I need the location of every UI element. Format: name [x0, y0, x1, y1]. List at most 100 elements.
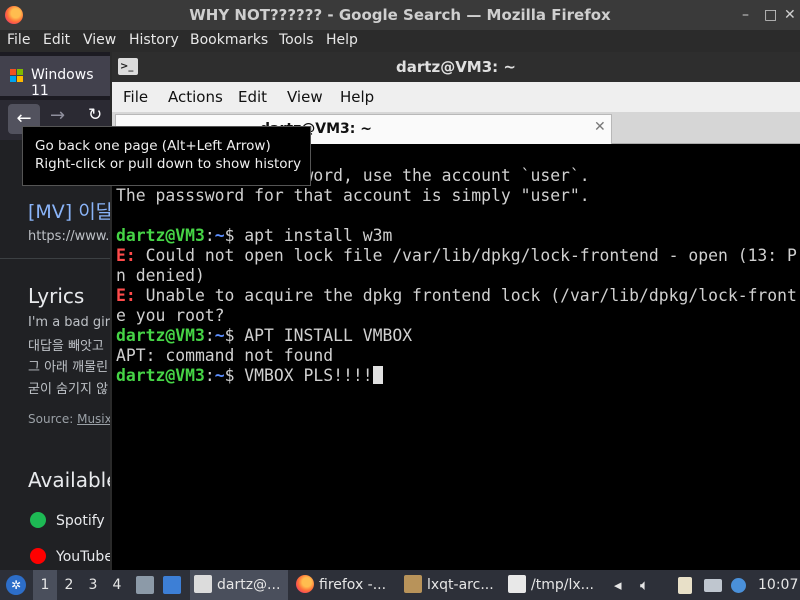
spotify-icon [30, 512, 46, 528]
terminal-line: E: Unable to acquire the dpkg frontend l… [116, 286, 797, 306]
error-tag: E: [116, 286, 136, 305]
terminal-menu-file[interactable]: File [123, 88, 148, 106]
terminal-line: e you root? [116, 306, 225, 325]
prompt-sigil: $ [224, 226, 235, 245]
tooltip-line: Right-click or pull down to show history [35, 156, 302, 172]
service-youtube[interactable]: YouTube [30, 548, 112, 565]
terminal-line: dartz@VM3:~$ VMBOX PLS!!!! [116, 366, 383, 386]
terminal-icon [194, 575, 212, 593]
clock[interactable]: 10:07 [758, 577, 798, 593]
file-manager-icon[interactable] [136, 576, 154, 594]
divider [0, 258, 112, 259]
notification-icon[interactable] [731, 578, 746, 593]
service-spotify[interactable]: Spotify [30, 512, 105, 529]
tab-label: Windows 11 [31, 67, 94, 99]
prompt-sep: : [204, 226, 215, 245]
menu-edit[interactable]: Edit [43, 32, 70, 48]
firefox-icon [296, 575, 314, 593]
prompt-user: dartz@VM3 [116, 326, 205, 345]
lyrics-line: 대답을 빼앗고 [28, 339, 104, 354]
service-label: YouTube [56, 549, 112, 565]
prompt-user: dartz@VM3 [116, 226, 205, 245]
volume-icon[interactable]: 🔈︎ [640, 576, 649, 594]
firefox-menubar: File Edit View History Bookmarks Tools H… [0, 30, 800, 52]
minimize-button[interactable]: – [742, 7, 749, 23]
terminal-output[interactable]: nsists on a password, use the account `u… [112, 144, 800, 570]
taskbar-item-label: lxqt-arc... [427, 577, 494, 593]
prompt-path: ~ [214, 326, 225, 345]
youtube-icon [30, 548, 46, 564]
prompt-sigil: $ [224, 326, 235, 345]
error-text: Unable to acquire the dpkg frontend lock… [135, 286, 797, 305]
terminal-menubar: File Actions Edit View Help [112, 82, 800, 112]
terminal-line: The passsword for that account is simply… [116, 186, 590, 205]
tooltip-line: Go back one page (Alt+Left Arrow) [35, 138, 271, 154]
editor-icon [508, 575, 526, 593]
terminal-line: E: Could not open lock file /var/lib/dpk… [116, 246, 797, 266]
desktop-4[interactable]: 4 [105, 570, 129, 600]
menu-bookmarks[interactable]: Bookmarks [190, 32, 268, 48]
firefox-window-title: WHY NOT?????? - Google Search — Mozilla … [189, 6, 611, 24]
menu-help[interactable]: Help [326, 32, 358, 48]
back-button-tooltip: Go back one page (Alt+Left Arrow) Right-… [22, 126, 311, 186]
taskbar: ✲ 1 2 3 4 dartz@... firefox -... lxqt-ar… [0, 570, 800, 600]
result-title-link[interactable]: [MV] 이달 [28, 197, 112, 224]
menu-history[interactable]: History [129, 32, 179, 48]
menu-file[interactable]: File [7, 32, 30, 48]
available-heading: Available [28, 468, 112, 492]
menu-view[interactable]: View [83, 32, 116, 48]
terminal-menu-view[interactable]: View [287, 88, 323, 106]
desktop-1[interactable]: 1 [33, 570, 57, 600]
show-desktop-icon[interactable] [163, 576, 181, 594]
service-label: Spotify [56, 513, 105, 529]
menu-tools[interactable]: Tools [279, 32, 314, 48]
result-url: https://www.y [28, 229, 112, 244]
taskbar-item-editor[interactable]: /tmp/lx... [508, 570, 608, 600]
clipboard-icon[interactable] [678, 577, 692, 594]
maximize-button[interactable]: □ [764, 7, 777, 23]
terminal-line: dartz@VM3:~$ apt install w3m [116, 226, 392, 246]
source-link[interactable]: Musixn [77, 412, 112, 426]
lyrics-line: 그 아래 깨물린 [28, 360, 109, 375]
desktop-2[interactable]: 2 [57, 570, 81, 600]
search-results: [MV] 이달 https://www.y Lyrics I'm a bad g… [0, 140, 112, 570]
lyrics-heading: Lyrics [28, 284, 85, 308]
prompt-path: ~ [214, 366, 225, 385]
terminal-menu-edit[interactable]: Edit [238, 88, 267, 106]
tab-close-icon[interactable]: ✕ [594, 119, 606, 135]
start-menu-icon[interactable]: ✲ [6, 575, 26, 595]
tray-chevron-icon[interactable]: ◂ [614, 576, 622, 594]
terminal-line: n denied) [116, 266, 205, 285]
command-text: apt install w3m [234, 226, 393, 245]
prompt-path: ~ [214, 226, 225, 245]
forward-button[interactable]: → [50, 105, 65, 126]
prompt-user: dartz@VM3 [116, 366, 205, 385]
firefox-tab[interactable]: Windows 11 [0, 56, 112, 99]
prompt-sep: : [204, 326, 215, 345]
taskbar-item-archiver[interactable]: lxqt-arc... [404, 570, 502, 600]
prompt-sep: : [204, 366, 215, 385]
taskbar-item-terminal[interactable]: dartz@... [190, 570, 288, 600]
windows-logo-icon [10, 69, 24, 83]
terminal-titlebar: >_ dartz@VM3: ~ [112, 52, 800, 82]
command-text: APT INSTALL VMBOX [234, 326, 413, 345]
close-button[interactable]: ✕ [784, 7, 796, 23]
lyrics-source: Source: Musixn [28, 412, 112, 426]
taskbar-item-label: dartz@... [217, 577, 281, 593]
prompt-sigil: $ [224, 366, 235, 385]
error-text: Could not open lock file /var/lib/dpkg/l… [135, 246, 797, 265]
terminal-line: dartz@VM3:~$ APT INSTALL VMBOX [116, 326, 412, 346]
lyrics-line: I'm a bad girl [28, 315, 112, 330]
terminal-menu-help[interactable]: Help [340, 88, 374, 106]
taskbar-item-firefox[interactable]: firefox -... [296, 570, 396, 600]
taskbar-item-label: firefox -... [319, 577, 387, 593]
text-cursor [372, 366, 383, 384]
network-icon[interactable] [704, 579, 722, 592]
terminal-menu-actions[interactable]: Actions [168, 88, 223, 106]
desktop-3[interactable]: 3 [81, 570, 105, 600]
terminal-line: APT: command not found [116, 346, 334, 365]
taskbar-item-label: /tmp/lx... [531, 577, 594, 593]
command-text: VMBOX PLS!!!! [234, 366, 373, 385]
reload-button[interactable]: ↻ [88, 105, 102, 125]
lyrics-line: 굳이 숨기지 않 [28, 382, 109, 397]
